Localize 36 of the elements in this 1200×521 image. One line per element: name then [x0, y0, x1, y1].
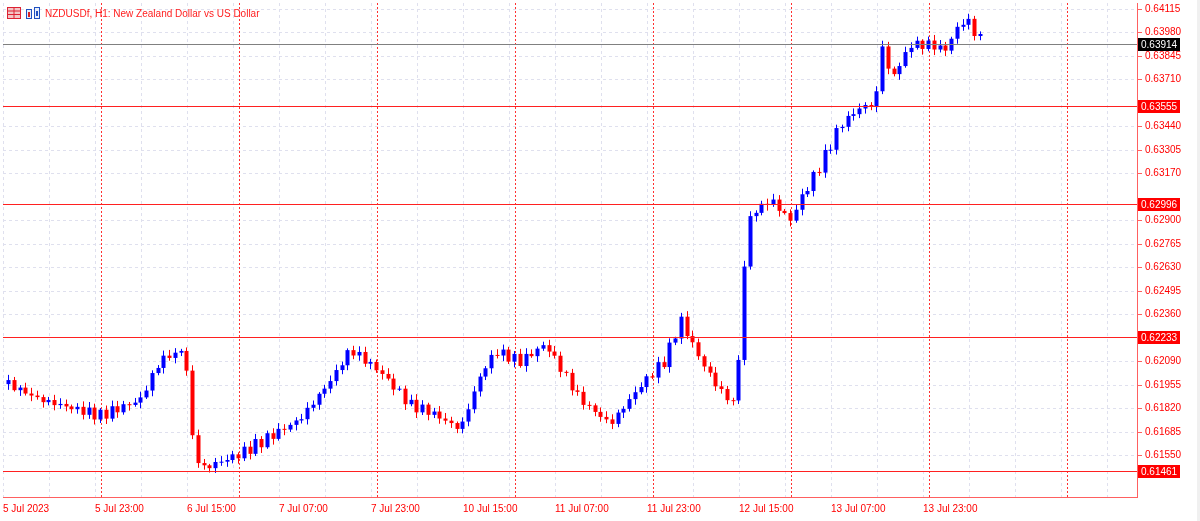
time-tick-label: 12 Jul 15:00: [739, 502, 794, 515]
price-tick-label: 0.62900: [1139, 213, 1182, 228]
price-tick-label: 0.63170: [1139, 166, 1182, 181]
price-tick-label: 0.62360: [1139, 307, 1182, 322]
price-tick-label: 0.63980: [1139, 25, 1182, 40]
price-tick-label: 0.63305: [1139, 143, 1182, 157]
time-tick-label: 13 Jul 07:00: [831, 502, 886, 515]
price-tick-label: 0.63845: [1139, 49, 1182, 63]
price-level-label: 0.62996: [1138, 197, 1181, 211]
price-tick-label: 0.62495: [1139, 284, 1182, 298]
price-tick-label: 0.63440: [1139, 119, 1182, 134]
time-tick-label: 5 Jul 23:00: [95, 502, 144, 515]
price-tick-label: 0.61820: [1139, 401, 1182, 416]
price-tick-label: 0.64115: [1139, 2, 1181, 16]
chart-title: NZDUSDf, H1: New Zealand Dollar vs US Dollar: [45, 7, 260, 19]
time-tick-label: 5 Jul 2023: [3, 502, 50, 515]
price-level-label: 0.63914: [1138, 37, 1181, 51]
price-tick-label: 0.62090: [1139, 354, 1182, 369]
price-level-label: 0.61461: [1138, 464, 1181, 478]
chart-window-icon[interactable]: [26, 7, 40, 19]
price-tick-label: 0.61550: [1139, 448, 1182, 463]
price-tick-label: 0.62630: [1139, 260, 1182, 275]
price-tick-label: 0.61955: [1139, 378, 1182, 392]
time-tick-label: 6 Jul 15:00: [187, 502, 236, 515]
time-tick-label: 11 Jul 23:00: [647, 502, 701, 515]
price-level-label: 0.62233: [1138, 330, 1181, 344]
time-tick-label: 13 Jul 23:00: [923, 502, 978, 515]
time-tick-label: 11 Jul 07:00: [555, 502, 609, 515]
price-level-label: 0.63555: [1138, 99, 1181, 113]
time-tick-label: 7 Jul 07:00: [279, 502, 328, 515]
time-tick-label: 7 Jul 23:00: [371, 502, 420, 515]
table-icon[interactable]: [7, 7, 21, 19]
price-tick-label: 0.62765: [1139, 237, 1182, 251]
price-tick-label: 0.63710: [1139, 72, 1182, 87]
time-tick-label: 10 Jul 15:00: [463, 502, 518, 515]
price-tick-label: 0.61685: [1139, 425, 1182, 439]
